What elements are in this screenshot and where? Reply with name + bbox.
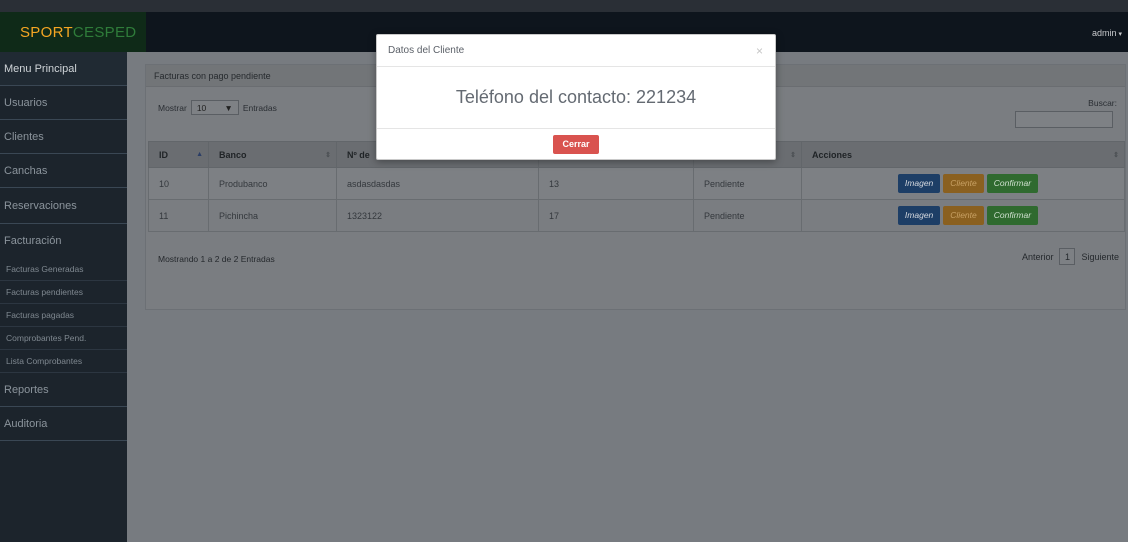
confirmar-button[interactable]: Confirmar <box>986 174 1039 193</box>
sidebar-subitem-facturas-pendientes[interactable]: Facturas pendientes <box>0 281 127 304</box>
column-header-label: Acciones <box>812 149 853 160</box>
phone-label: Teléfono del contacto: <box>455 87 632 107</box>
next-page-link[interactable]: Siguiente <box>1081 252 1119 262</box>
user-menu-label: admin <box>1091 28 1117 38</box>
imagen-button[interactable]: Imagen <box>897 206 941 225</box>
cell-numero: asdasdasdas <box>336 167 539 200</box>
cell-id: 11 <box>148 199 209 232</box>
column-header-acciones[interactable]: Acciones ⇕ <box>801 141 1125 168</box>
cell-estado: Pendiente <box>693 167 802 200</box>
cell-numero: 1323122 <box>336 199 539 232</box>
sort-icon: ⇕ <box>790 152 796 159</box>
cerrar-button[interactable]: Cerrar <box>553 135 599 154</box>
modal-title: Datos del Cliente <box>388 45 465 56</box>
sort-icon: ⇕ <box>1113 152 1119 159</box>
cliente-button[interactable]: Cliente <box>943 206 984 225</box>
column-header-label: Nº de <box>347 149 370 160</box>
brand-part-cesped: CESPED <box>72 23 137 41</box>
sidebar-item-reportes[interactable]: Reportes <box>0 373 127 407</box>
client-data-modal: Datos del Cliente × Teléfono del contact… <box>376 34 776 160</box>
phone-value: 221234 <box>636 87 697 107</box>
caret-down-icon: ▾ <box>1118 31 1122 38</box>
brand-logo[interactable]: SPORT CESPED <box>0 12 146 52</box>
sidebar-item-menu-principal[interactable]: Menu Principal <box>0 52 127 86</box>
sidebar-item-facturacion[interactable]: Facturación <box>0 224 127 258</box>
entries-select[interactable]: 10 ▼ <box>190 100 239 115</box>
select-caret-icon: ▼ <box>224 102 233 113</box>
sidebar-item-auditoria[interactable]: Auditoria <box>0 407 127 441</box>
table-info: Mostrando 1 a 2 de 2 Entradas <box>158 254 275 264</box>
sort-icon: ⇕ <box>325 152 331 159</box>
modal-body: Teléfono del contacto: 221234 <box>377 67 775 129</box>
entries-label: Entradas <box>242 102 277 113</box>
column-header-label: Banco <box>219 149 247 160</box>
cliente-button[interactable]: Cliente <box>943 174 984 193</box>
cell-acciones: Imagen Cliente Confirmar <box>801 167 1125 200</box>
cell-id: 10 <box>148 167 209 200</box>
cell-banco: Produbanco <box>208 167 337 200</box>
brand-part-sport: SPORT <box>20 23 73 41</box>
pagination: Anterior 1 Siguiente <box>1022 248 1119 265</box>
sidebar-subitem-facturas-pagadas[interactable]: Facturas pagadas <box>0 304 127 327</box>
sort-asc-icon: ▲ <box>196 151 203 158</box>
user-menu[interactable]: admin ▾ <box>1092 28 1122 38</box>
close-icon[interactable]: × <box>756 44 763 58</box>
search-input[interactable] <box>1015 111 1113 128</box>
show-label: Mostrar <box>158 102 187 113</box>
table-row: 11 Pichincha 1323122 17 Pendiente Imagen… <box>148 199 1125 232</box>
modal-footer: Cerrar <box>377 129 775 160</box>
imagen-button[interactable]: Imagen <box>897 174 941 193</box>
sidebar-item-clientes[interactable]: Clientes <box>0 120 127 154</box>
cell-col4: 17 <box>538 199 694 232</box>
search-label: Buscar: <box>1088 98 1117 108</box>
modal-header: Datos del Cliente × <box>377 35 775 67</box>
entries-select-value: 10 <box>196 102 207 113</box>
sidebar-subitem-lista-comprobantes[interactable]: Lista Comprobantes <box>0 350 127 373</box>
sidebar-subitem-facturas-generadas[interactable]: Facturas Generadas <box>0 258 127 281</box>
page-number-button[interactable]: 1 <box>1059 248 1076 265</box>
sidebar-item-usuarios[interactable]: Usuarios <box>0 86 127 120</box>
table-row: 10 Produbanco asdasdasdas 13 Pendiente I… <box>148 167 1125 200</box>
confirmar-button[interactable]: Confirmar <box>986 206 1039 225</box>
sidebar-item-canchas[interactable]: Canchas <box>0 154 127 188</box>
column-header-label: ID <box>159 149 168 160</box>
column-header-banco[interactable]: Banco ⇕ <box>208 141 337 168</box>
cell-banco: Pichincha <box>208 199 337 232</box>
entries-length-control: Mostrar 10 ▼ Entradas <box>158 100 277 115</box>
column-header-id[interactable]: ID ▲ <box>148 141 209 168</box>
cell-col4: 13 <box>538 167 694 200</box>
sidebar-item-reservaciones[interactable]: Reservaciones <box>0 188 127 224</box>
previous-page-link[interactable]: Anterior <box>1022 252 1054 262</box>
sidebar-subitem-comprobantes-pend[interactable]: Comprobantes Pend. <box>0 327 127 350</box>
cell-estado: Pendiente <box>693 199 802 232</box>
sidebar: Menu Principal Usuarios Clientes Canchas… <box>0 52 127 542</box>
cell-acciones: Imagen Cliente Confirmar <box>801 199 1125 232</box>
